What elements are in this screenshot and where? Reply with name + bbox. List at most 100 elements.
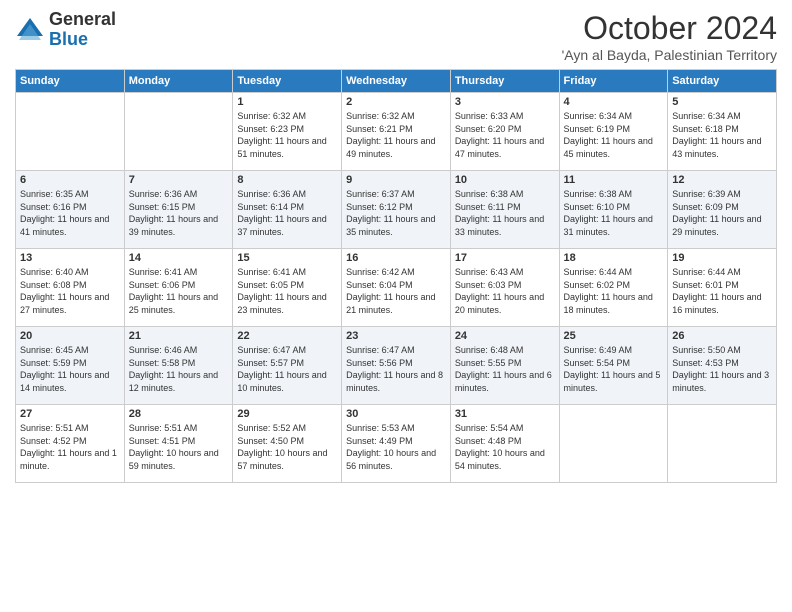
day-info: Sunrise: 6:36 AM Sunset: 6:14 PM Dayligh…: [237, 188, 337, 238]
day-number: 28: [129, 408, 229, 420]
table-cell: 11 Sunrise: 6:38 AM Sunset: 6:10 PM Dayli…: [559, 171, 668, 249]
day-number: 29: [237, 408, 337, 420]
day-number: 27: [20, 408, 120, 420]
table-cell: 16Sunrise: 6:42 AM Sunset: 6:04 PM Dayli…: [342, 249, 451, 327]
month-title: October 2024: [562, 10, 777, 47]
day-number: 14: [129, 252, 229, 264]
day-info: Sunrise: 6:35 AM Sunset: 6:16 PM Dayligh…: [20, 188, 120, 238]
day-number: 21: [129, 330, 229, 342]
table-cell: 3 Sunrise: 6:33 AM Sunset: 6:20 PM Daylig…: [450, 93, 559, 171]
day-number: 17: [455, 252, 555, 264]
day-number: 31: [455, 408, 555, 420]
table-cell: 22Sunrise: 6:47 AM Sunset: 5:57 PM Dayli…: [233, 327, 342, 405]
table-cell: 30Sunrise: 5:53 AM Sunset: 4:49 PM Dayli…: [342, 405, 451, 483]
day-number: 23: [346, 330, 446, 342]
table-cell: 4 Sunrise: 6:34 AM Sunset: 6:19 PM Daylig…: [559, 93, 668, 171]
day-info: Sunrise: 6:32 AM Sunset: 6:21 PM Dayligh…: [346, 110, 446, 160]
col-wednesday: Wednesday: [342, 70, 451, 93]
day-number: 2: [346, 96, 446, 108]
logo-icon: [15, 16, 45, 44]
day-number: 3: [455, 96, 555, 108]
table-cell: 1 Sunrise: 6:32 AM Sunset: 6:23 PM Daylig…: [233, 93, 342, 171]
day-info: Sunrise: 6:45 AM Sunset: 5:59 PM Dayligh…: [20, 344, 120, 394]
table-cell: 9Sunrise: 6:37 AM Sunset: 6:12 PM Daylig…: [342, 171, 451, 249]
day-info: Sunrise: 6:37 AM Sunset: 6:12 PM Dayligh…: [346, 188, 446, 238]
day-number: 5: [672, 96, 772, 108]
day-info: Sunrise: 6:36 AM Sunset: 6:15 PM Dayligh…: [129, 188, 229, 238]
table-cell: [559, 405, 668, 483]
table-cell: 15 Sunrise: 6:41 AM Sunset: 6:05 PM Dayli…: [233, 249, 342, 327]
day-info: Sunrise: 6:41 AM Sunset: 6:06 PM Dayligh…: [129, 266, 229, 316]
table-cell: 29Sunrise: 5:52 AM Sunset: 4:50 PM Dayli…: [233, 405, 342, 483]
day-info: Sunrise: 6:49 AM Sunset: 5:54 PM Dayligh…: [564, 344, 664, 394]
day-number: 13: [20, 252, 120, 264]
day-number: 26: [672, 330, 772, 342]
day-number: 12: [672, 174, 772, 186]
day-info: Sunrise: 5:54 AM Sunset: 4:48 PM Dayligh…: [455, 422, 555, 472]
table-cell: 28Sunrise: 5:51 AM Sunset: 4:51 PM Dayli…: [124, 405, 233, 483]
col-tuesday: Tuesday: [233, 70, 342, 93]
table-cell: 8 Sunrise: 6:36 AM Sunset: 6:14 PM Daylig…: [233, 171, 342, 249]
header-row: Sunday Monday Tuesday Wednesday Thursday…: [16, 70, 777, 93]
table-cell: 23 Sunrise: 6:47 AM Sunset: 5:56 PM Dayli…: [342, 327, 451, 405]
week-row-4: 20Sunrise: 6:45 AM Sunset: 5:59 PM Dayli…: [16, 327, 777, 405]
day-number: 4: [564, 96, 664, 108]
logo-blue: Blue: [49, 29, 88, 49]
day-info: Sunrise: 6:34 AM Sunset: 6:19 PM Dayligh…: [564, 110, 664, 160]
day-info: Sunrise: 6:40 AM Sunset: 6:08 PM Dayligh…: [20, 266, 120, 316]
day-info: Sunrise: 6:34 AM Sunset: 6:18 PM Dayligh…: [672, 110, 772, 160]
day-info: Sunrise: 6:43 AM Sunset: 6:03 PM Dayligh…: [455, 266, 555, 316]
table-cell: 27 Sunrise: 5:51 AM Sunset: 4:52 PM Dayli…: [16, 405, 125, 483]
col-saturday: Saturday: [668, 70, 777, 93]
day-number: 30: [346, 408, 446, 420]
day-info: Sunrise: 6:47 AM Sunset: 5:57 PM Dayligh…: [237, 344, 337, 394]
day-info: Sunrise: 6:32 AM Sunset: 6:23 PM Dayligh…: [237, 110, 337, 160]
week-row-5: 27 Sunrise: 5:51 AM Sunset: 4:52 PM Dayli…: [16, 405, 777, 483]
page: General Blue October 2024 'Ayn al Bayda,…: [0, 0, 792, 612]
table-cell: 6 Sunrise: 6:35 AM Sunset: 6:16 PM Daylig…: [16, 171, 125, 249]
day-number: 25: [564, 330, 664, 342]
week-row-3: 13 Sunrise: 6:40 AM Sunset: 6:08 PM Dayli…: [16, 249, 777, 327]
table-cell: 12Sunrise: 6:39 AM Sunset: 6:09 PM Dayli…: [668, 171, 777, 249]
table-cell: 13 Sunrise: 6:40 AM Sunset: 6:08 PM Dayli…: [16, 249, 125, 327]
table-cell: [124, 93, 233, 171]
day-info: Sunrise: 6:44 AM Sunset: 6:02 PM Dayligh…: [564, 266, 664, 316]
week-row-1: 1 Sunrise: 6:32 AM Sunset: 6:23 PM Daylig…: [16, 93, 777, 171]
logo-text: General Blue: [49, 10, 116, 50]
table-cell: 17 Sunrise: 6:43 AM Sunset: 6:03 PM Dayli…: [450, 249, 559, 327]
table-cell: 21Sunrise: 6:46 AM Sunset: 5:58 PM Dayli…: [124, 327, 233, 405]
day-info: Sunrise: 5:51 AM Sunset: 4:52 PM Dayligh…: [20, 422, 120, 472]
table-cell: [668, 405, 777, 483]
day-number: 7: [129, 174, 229, 186]
table-cell: [16, 93, 125, 171]
day-number: 11: [564, 174, 664, 186]
day-number: 24: [455, 330, 555, 342]
logo-general: General: [49, 9, 116, 29]
calendar-table: Sunday Monday Tuesday Wednesday Thursday…: [15, 69, 777, 483]
col-friday: Friday: [559, 70, 668, 93]
day-number: 6: [20, 174, 120, 186]
day-number: 8: [237, 174, 337, 186]
table-cell: 24Sunrise: 6:48 AM Sunset: 5:55 PM Dayli…: [450, 327, 559, 405]
week-row-2: 6 Sunrise: 6:35 AM Sunset: 6:16 PM Daylig…: [16, 171, 777, 249]
table-cell: 14 Sunrise: 6:41 AM Sunset: 6:06 PM Dayli…: [124, 249, 233, 327]
day-info: Sunrise: 5:50 AM Sunset: 4:53 PM Dayligh…: [672, 344, 772, 394]
table-cell: 2 Sunrise: 6:32 AM Sunset: 6:21 PM Daylig…: [342, 93, 451, 171]
day-number: 15: [237, 252, 337, 264]
day-info: Sunrise: 6:33 AM Sunset: 6:20 PM Dayligh…: [455, 110, 555, 160]
table-cell: 7 Sunrise: 6:36 AM Sunset: 6:15 PM Daylig…: [124, 171, 233, 249]
table-cell: 31 Sunrise: 5:54 AM Sunset: 4:48 PM Dayli…: [450, 405, 559, 483]
day-info: Sunrise: 6:42 AM Sunset: 6:04 PM Dayligh…: [346, 266, 446, 316]
day-info: Sunrise: 6:41 AM Sunset: 6:05 PM Dayligh…: [237, 266, 337, 316]
day-number: 1: [237, 96, 337, 108]
day-info: Sunrise: 6:38 AM Sunset: 6:10 PM Dayligh…: [564, 188, 664, 238]
table-cell: 19Sunrise: 6:44 AM Sunset: 6:01 PM Dayli…: [668, 249, 777, 327]
location-subtitle: 'Ayn al Bayda, Palestinian Territory: [562, 47, 777, 63]
table-cell: 26 Sunrise: 5:50 AM Sunset: 4:53 PM Dayli…: [668, 327, 777, 405]
table-cell: 20Sunrise: 6:45 AM Sunset: 5:59 PM Dayli…: [16, 327, 125, 405]
logo: General Blue: [15, 10, 116, 50]
table-cell: 25 Sunrise: 6:49 AM Sunset: 5:54 PM Dayli…: [559, 327, 668, 405]
day-number: 19: [672, 252, 772, 264]
day-info: Sunrise: 6:47 AM Sunset: 5:56 PM Dayligh…: [346, 344, 446, 394]
title-block: October 2024 'Ayn al Bayda, Palestinian …: [562, 10, 777, 63]
